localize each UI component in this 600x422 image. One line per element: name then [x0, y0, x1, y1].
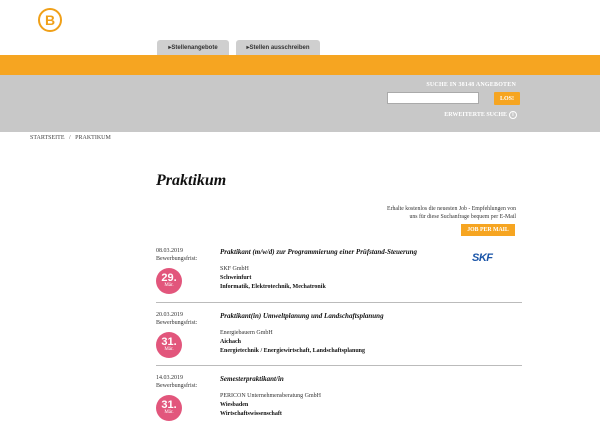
job-listing: 20.03.2019 Bewerbungsfrist: 31. Mär. Pra…	[156, 312, 522, 367]
logo-letter: B	[44, 12, 56, 28]
job-title[interactable]: Semesterpraktikant/in	[220, 375, 284, 383]
deadline-day: 31.	[161, 336, 177, 348]
breadcrumb-current: PRAKTIKUM	[75, 135, 111, 141]
deadline-badge: 29. Mär.	[156, 268, 182, 294]
job-date: 14.03.2019	[156, 375, 183, 381]
job-divider	[156, 365, 522, 366]
header-accent-bar	[0, 55, 600, 75]
deadline-month: Mär.	[164, 347, 174, 352]
job-date: 08.03.2019	[156, 248, 183, 254]
advanced-search-link[interactable]: ERWEITERTE SUCHE i	[444, 111, 517, 119]
job-company: PERICON Unternehmensberatung GmbH	[220, 393, 321, 399]
job-field: Informatik, Elektrotechnik, Mechatronik	[220, 284, 326, 290]
job-date: 20.03.2019	[156, 312, 183, 318]
search-button[interactable]: LOS!	[494, 92, 520, 105]
job-title[interactable]: Praktikant (m/w/d) zur Programmierung ei…	[220, 248, 417, 256]
deadline-label: Bewerbungsfrist:	[156, 383, 198, 389]
tab-stellen-ausschreiben[interactable]: ▸Stellen ausschreiben	[236, 40, 320, 55]
deadline-label: Bewerbungsfrist:	[156, 256, 198, 262]
job-divider	[156, 302, 522, 303]
page-title: Praktikum	[156, 172, 227, 189]
job-listing: 14.03.2019 Bewerbungsfrist: 31. Mär. Sem…	[156, 375, 522, 422]
job-title[interactable]: Praktikant(in) Umweltplanung und Landsch…	[220, 312, 384, 320]
job-city: Wiesbaden	[220, 402, 249, 408]
job-per-mail-button[interactable]: JOB PER MAIL	[461, 224, 515, 236]
job-alert-text: Erhalte kostenlos die neuesten Job - Emp…	[356, 205, 516, 221]
job-company: Energiebauern GmbH	[220, 330, 273, 336]
job-city: Schweinfurt	[220, 275, 252, 281]
site-logo[interactable]: B	[38, 8, 62, 32]
job-city: Aichach	[220, 339, 241, 345]
deadline-month: Mär.	[164, 283, 174, 288]
job-field: Energietechnik / Energiewirtschaft, Land…	[220, 348, 366, 354]
info-circle-icon: i	[509, 111, 517, 119]
tab-stellenangebote[interactable]: ▸Stellenangebote	[157, 40, 229, 55]
deadline-day: 31.	[161, 399, 177, 411]
breadcrumb-separator: /	[69, 135, 71, 141]
company-logo[interactable]: SKF	[472, 252, 493, 264]
job-field: Wirtschaftswissenschaft	[220, 411, 282, 417]
breadcrumb-home[interactable]: STARTSEITE	[30, 135, 65, 141]
search-input[interactable]	[387, 92, 479, 104]
deadline-day: 29.	[161, 272, 177, 284]
deadline-badge: 31. Mär.	[156, 395, 182, 421]
search-count-label: SUCHE IN 38148 ANGEBOTEN	[426, 82, 516, 88]
breadcrumb: STARTSEITE / PRAKTIKUM	[30, 135, 114, 141]
deadline-month: Mär.	[164, 410, 174, 415]
deadline-label: Bewerbungsfrist:	[156, 320, 198, 326]
deadline-badge: 31. Mär.	[156, 332, 182, 358]
advanced-search-label: ERWEITERTE SUCHE	[444, 112, 507, 118]
job-alert-line-2: uns für diese Suchanfrage bequem per E-M…	[409, 214, 516, 220]
main-tabs: ▸Stellenangebote ▸Stellen ausschreiben	[157, 40, 320, 55]
job-listing: 08.03.2019 Bewerbungsfrist: 29. Mär. Pra…	[156, 248, 522, 303]
job-alert-line-1: Erhalte kostenlos die neuesten Job - Emp…	[387, 206, 516, 212]
job-company: SKF GmbH	[220, 266, 249, 272]
